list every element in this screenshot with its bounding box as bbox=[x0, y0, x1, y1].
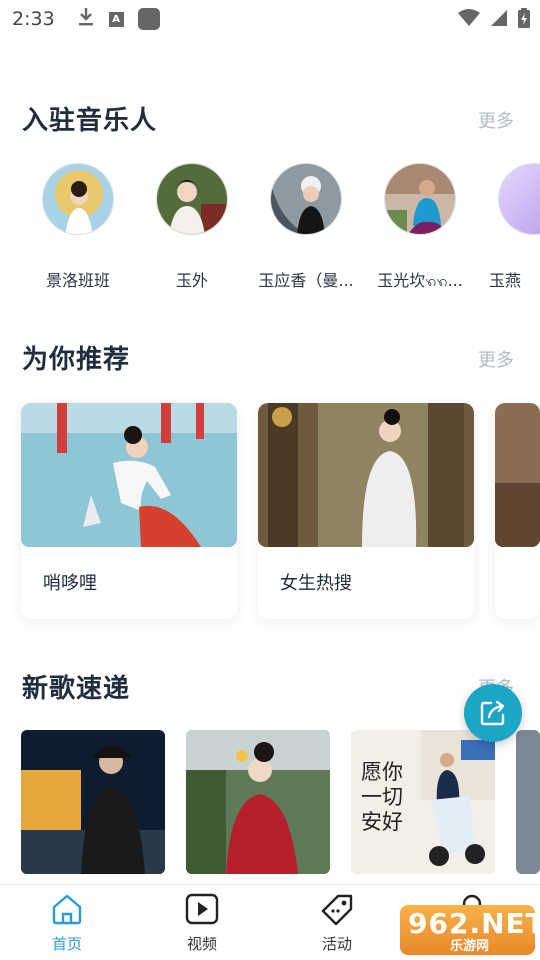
recommend-card-image bbox=[258, 403, 474, 547]
tab-home-label: 首页 bbox=[51, 935, 82, 953]
artist-item[interactable]: 玉光坎ꩫꩫ... bbox=[365, 163, 475, 294]
tab-video-label: 视频 bbox=[186, 935, 217, 953]
video-play-icon bbox=[185, 893, 219, 925]
recommend-more-link[interactable]: 更多 bbox=[478, 346, 514, 372]
artist-name: 玉燕 bbox=[489, 271, 522, 290]
artist-avatar bbox=[42, 163, 114, 235]
recommend-section-title: 为你推荐 bbox=[22, 345, 131, 375]
tab-home[interactable]: 首页 bbox=[27, 893, 107, 954]
artist-name: 景洛班班 bbox=[45, 271, 110, 290]
status-bar: 2:33 A bbox=[0, 0, 540, 38]
share-icon bbox=[480, 700, 505, 726]
artist-name: 玉应香（曼... bbox=[258, 271, 354, 290]
signal-icon bbox=[491, 10, 507, 26]
app-notification-icon bbox=[137, 8, 160, 30]
battery-icon bbox=[518, 8, 530, 28]
recommend-card-image bbox=[21, 403, 237, 547]
artist-avatar bbox=[384, 163, 456, 235]
wifi-icon bbox=[458, 9, 480, 26]
artist-avatar bbox=[498, 163, 540, 235]
recommend-card[interactable] bbox=[495, 403, 540, 619]
recommend-card-image bbox=[495, 403, 540, 547]
song-cover-text: 愿你一切安好 bbox=[361, 760, 403, 834]
tab-video[interactable]: 视频 bbox=[162, 893, 242, 954]
song-cover[interactable]: 愿你一切安好 bbox=[351, 730, 495, 874]
share-button[interactable] bbox=[464, 684, 522, 742]
status-right bbox=[458, 8, 530, 28]
artist-item[interactable]: 玉外 bbox=[137, 163, 247, 291]
artist-avatar bbox=[270, 163, 342, 235]
artist-avatar bbox=[156, 163, 228, 235]
artists-more-link[interactable]: 更多 bbox=[478, 107, 514, 133]
song-cover[interactable] bbox=[516, 730, 540, 874]
download-icon bbox=[77, 7, 95, 31]
recommend-card[interactable]: 女生热搜 bbox=[258, 403, 474, 619]
recommend-card-title: 哨哆哩 bbox=[43, 573, 97, 594]
artist-item[interactable]: 景洛班班 bbox=[23, 163, 133, 291]
artist-item[interactable]: 玉应香（曼... bbox=[251, 163, 361, 291]
recommend-card[interactable]: 哨哆哩 bbox=[21, 403, 237, 619]
song-cover[interactable] bbox=[186, 730, 330, 874]
recommend-card-title: 女生热搜 bbox=[280, 573, 352, 594]
accessibility-icon: A bbox=[108, 11, 124, 27]
tag-icon bbox=[321, 894, 353, 926]
artist-name: 玉光坎ꩫꩫ... bbox=[377, 271, 463, 290]
tab-activity[interactable]: 活动 bbox=[297, 893, 377, 954]
tab-activity-label: 活动 bbox=[321, 935, 352, 953]
artist-name: 玉外 bbox=[175, 271, 208, 290]
home-icon bbox=[52, 894, 82, 925]
site-watermark: 962.NET 乐游网 bbox=[400, 905, 540, 955]
watermark-site-name: 乐游网 bbox=[450, 939, 490, 954]
status-time: 2:33 bbox=[12, 8, 55, 30]
artists-section-title: 入驻音乐人 bbox=[22, 106, 158, 136]
artist-item[interactable]: 玉燕 bbox=[479, 163, 540, 291]
new-songs-section-title: 新歌速递 bbox=[22, 674, 131, 704]
song-cover[interactable] bbox=[21, 730, 165, 874]
